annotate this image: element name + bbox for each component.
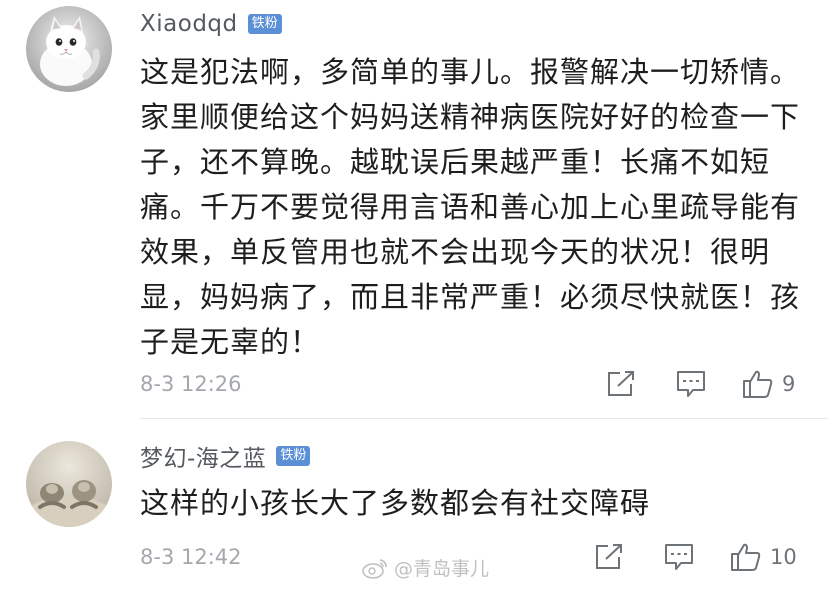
thumbs-up-icon	[743, 370, 773, 398]
user-avatar[interactable]	[26, 441, 112, 527]
like-count: 9	[782, 372, 796, 396]
comment-line: 效果，单反管用也就不会出现今天的状况！很明	[140, 235, 771, 269]
comment-text: 这是犯法啊，多简单的事儿。报警解决一切矫情。 家里顺便给这个妈妈送精神病医院好好…	[140, 50, 820, 365]
timestamp: 8-3 12:26	[140, 372, 242, 396]
share-icon	[608, 371, 634, 396]
comment-line: 这样的小孩长大了多数都会有社交障碍	[140, 486, 651, 520]
fan-badge: 铁粉	[276, 446, 311, 466]
share-button[interactable]	[594, 543, 624, 571]
weibo-logo-icon	[362, 558, 387, 579]
like-button[interactable]: 10	[730, 542, 797, 572]
comment-footer: 8-3 12:26 9	[140, 366, 804, 402]
comment-line: 子，还不算晚。越耽误后果越严重！长痛不如短	[140, 145, 771, 179]
timestamp: 8-3 12:42	[140, 545, 242, 569]
share-button[interactable]	[606, 370, 636, 398]
share-icon	[596, 544, 622, 569]
comment-line: 这是犯法啊，多简单的事儿。报警解决一切矫情。	[140, 55, 801, 89]
comment-line: 家里顺便给这个妈妈送精神病医院好好的检查一下	[140, 100, 801, 134]
like-button[interactable]: 9	[742, 369, 795, 399]
username[interactable]: 梦幻-海之蓝	[140, 439, 266, 473]
like-count: 10	[770, 545, 797, 569]
pet-photo-avatar-icon	[26, 441, 112, 527]
watermark-text: @青岛事儿	[394, 558, 490, 580]
comment-line: 显，妈妈病了，而且非常严重！必须尽快就医！孩	[140, 280, 801, 314]
username-row: Xiaodqd 铁粉	[140, 7, 282, 41]
reply-button[interactable]	[664, 543, 694, 571]
comment-1: Xiaodqd 铁粉 这是犯法啊，多简单的事儿。报警解决一切矫情。 家里顺便给这…	[0, 0, 828, 418]
fan-badge: 铁粉	[247, 14, 282, 34]
comment-icon	[677, 371, 705, 397]
comment-icon	[665, 544, 693, 570]
watermark: @青岛事儿	[362, 554, 489, 581]
comment-line: 痛。千万不要觉得用言语和善心加上心里疏导能有	[140, 190, 801, 224]
user-avatar[interactable]	[26, 6, 112, 92]
thumbs-up-icon	[731, 543, 761, 571]
kitten-avatar-icon	[26, 6, 112, 92]
username[interactable]: Xiaodqd	[140, 11, 238, 37]
username-row: 梦幻-海之蓝 铁粉	[140, 439, 311, 473]
reply-button[interactable]	[676, 370, 706, 398]
comment-text: 这样的小孩长大了多数都会有社交障碍	[140, 481, 820, 526]
comment-line: 子是无辜的！	[140, 325, 321, 359]
